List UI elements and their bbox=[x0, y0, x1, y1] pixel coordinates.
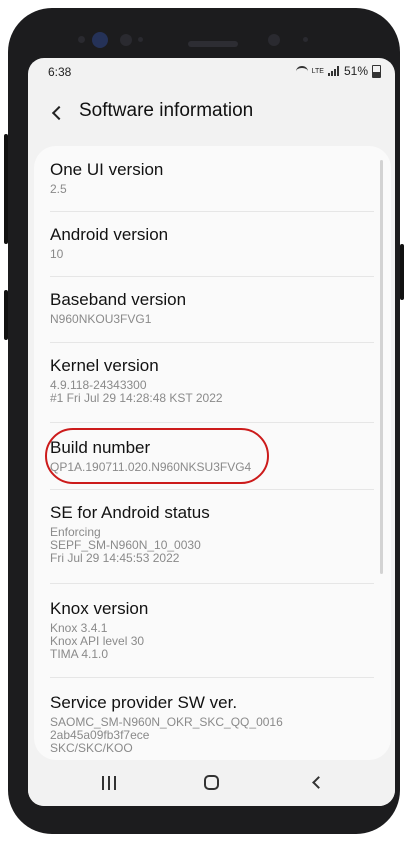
iris-sensor-icon bbox=[120, 34, 132, 46]
divider bbox=[50, 211, 374, 212]
signal-icon bbox=[327, 66, 340, 76]
list-item-service-provider-sw[interactable]: Service provider SW ver. SAOMC_SM-N960N_… bbox=[50, 693, 374, 755]
battery-icon bbox=[372, 64, 381, 78]
list-item-baseband-version[interactable]: Baseband version N960NKOU3FVG1 bbox=[50, 290, 374, 326]
info-list: One UI version 2.5 Android version 10 Ba… bbox=[34, 146, 391, 760]
divider bbox=[50, 276, 374, 277]
app-header: Software information bbox=[28, 90, 395, 140]
back-icon[interactable] bbox=[312, 777, 322, 787]
item-label: One UI version bbox=[50, 160, 164, 179]
item-label: SE for Android status bbox=[50, 503, 210, 522]
divider bbox=[50, 583, 374, 584]
back-icon[interactable] bbox=[48, 98, 70, 126]
front-camera-icon bbox=[92, 32, 108, 48]
divider bbox=[50, 489, 374, 490]
item-label: Baseband version bbox=[50, 290, 187, 309]
item-value: Enforcing SEPF_SM-N960N_10_0030 Fri Jul … bbox=[50, 525, 201, 565]
item-label: Service provider SW ver. bbox=[50, 693, 238, 712]
page-title: Software information bbox=[79, 100, 254, 121]
list-item-knox-version[interactable]: Knox version Knox 3.4.1 Knox API level 3… bbox=[50, 599, 374, 661]
home-icon[interactable] bbox=[204, 775, 219, 790]
status-icons: LTE 51% bbox=[295, 64, 381, 78]
item-value: 4.9.118-24343300 #1 Fri Jul 29 14:28:48 … bbox=[50, 378, 223, 405]
list-item-kernel-version[interactable]: Kernel version 4.9.118-24343300 #1 Fri J… bbox=[50, 356, 374, 405]
scrollbar[interactable] bbox=[380, 160, 383, 574]
divider bbox=[50, 422, 374, 423]
item-value: Knox 3.4.1 Knox API level 30 TIMA 4.1.0 bbox=[50, 621, 145, 661]
recent-apps-icon[interactable] bbox=[102, 776, 116, 790]
status-bar: 6:38 LTE 51% bbox=[28, 58, 395, 84]
battery-percent: 51% bbox=[343, 64, 368, 78]
lte-icon: LTE bbox=[311, 67, 324, 75]
wifi-icon bbox=[295, 65, 308, 77]
status-time: 6:38 bbox=[48, 65, 72, 79]
phone-frame: 6:38 LTE 51% Software information One UI… bbox=[4, 8, 404, 834]
item-value: 2.5 bbox=[50, 182, 67, 196]
divider bbox=[50, 677, 374, 678]
speaker-grille bbox=[188, 41, 238, 47]
item-value: 10 bbox=[50, 247, 64, 261]
list-item-one-ui-version[interactable]: One UI version 2.5 bbox=[50, 160, 374, 196]
screen: 6:38 LTE 51% Software information One UI… bbox=[28, 58, 395, 806]
bixby-button bbox=[4, 290, 8, 340]
item-value: N960NKOU3FVG1 bbox=[50, 312, 152, 326]
navigation-bar bbox=[28, 760, 395, 806]
sensor-icon bbox=[303, 37, 308, 42]
list-item-se-android-status[interactable]: SE for Android status Enforcing SEPF_SM-… bbox=[50, 503, 374, 565]
proximity-sensor-icon bbox=[138, 37, 143, 42]
volume-button bbox=[4, 134, 8, 244]
sensor-icon bbox=[78, 36, 85, 43]
list-item-android-version[interactable]: Android version 10 bbox=[50, 225, 374, 261]
item-value: SAOMC_SM-N960N_OKR_SKC_QQ_0016 2ab45a09f… bbox=[50, 715, 283, 755]
item-label: Android version bbox=[50, 225, 169, 244]
item-label: Kernel version bbox=[50, 356, 159, 375]
item-label: Knox version bbox=[50, 599, 149, 618]
build-number-highlight bbox=[45, 428, 269, 484]
iris-camera-icon bbox=[268, 34, 280, 46]
divider bbox=[50, 342, 374, 343]
power-button bbox=[400, 244, 404, 300]
